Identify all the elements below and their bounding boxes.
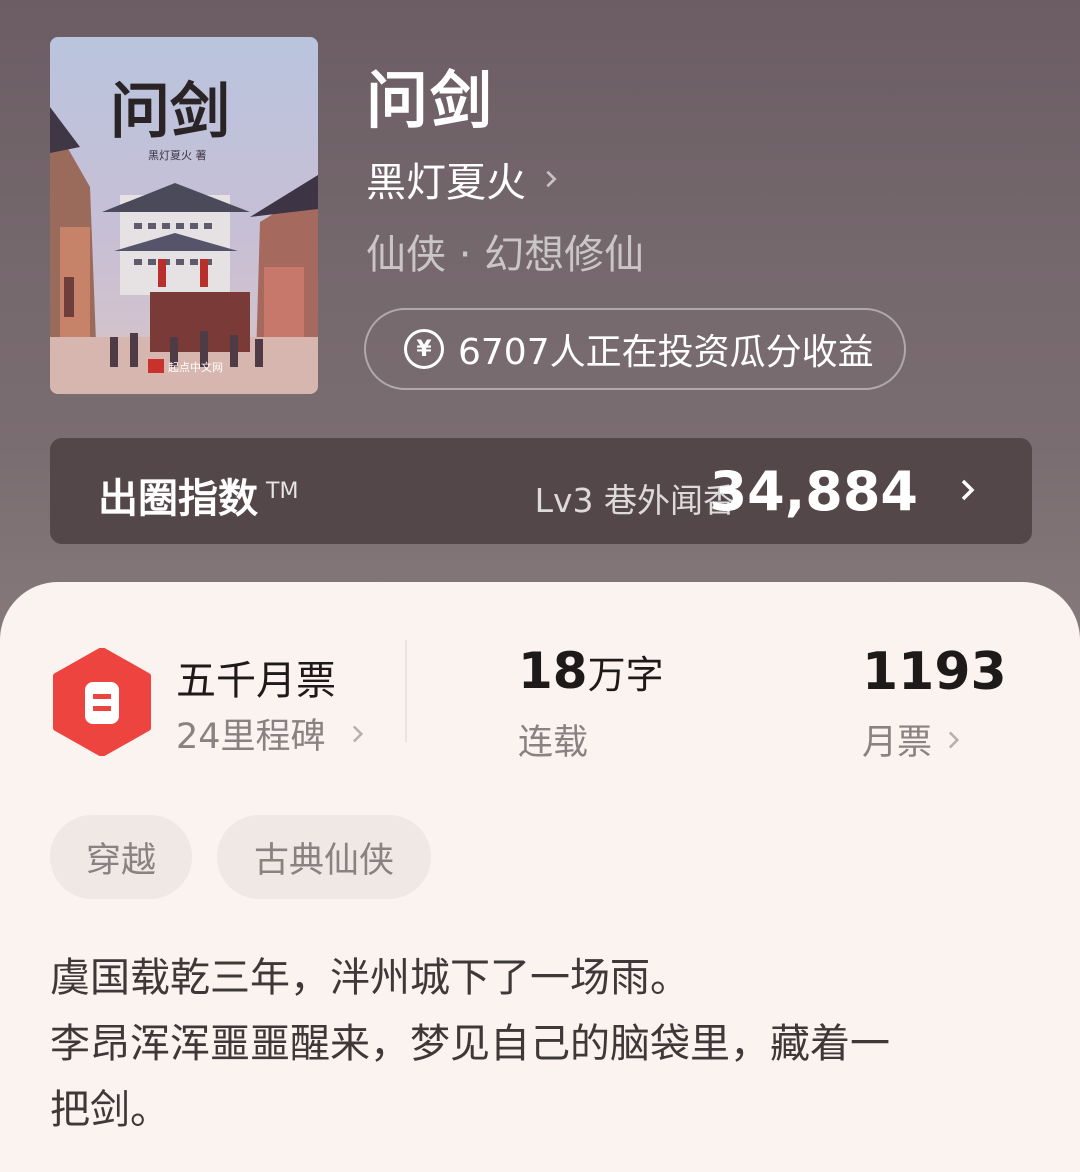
milestone-link[interactable]: 24里程碑 bbox=[176, 708, 368, 759]
genre-label: 仙侠 · 幻想修仙 bbox=[366, 232, 645, 278]
chevron-right-icon bbox=[352, 725, 363, 742]
ticket-badge-icon[interactable] bbox=[52, 648, 152, 756]
investment-text: 6707人正在投资瓜分收益 bbox=[458, 332, 874, 373]
word-count-value: 18 bbox=[518, 642, 588, 700]
trademark: TM bbox=[266, 478, 299, 504]
index-level: Lv3 巷外闻香 bbox=[534, 481, 736, 520]
cover-publisher: 起点中文网 bbox=[168, 360, 223, 374]
index-score: 34,884 bbox=[709, 460, 918, 523]
cover-illustration: 问剑 黑灯夏火 著 起点中文网 bbox=[50, 37, 318, 394]
tag-chip[interactable]: 穿越 bbox=[50, 815, 192, 899]
index-label: 出圈指数 TM bbox=[98, 466, 298, 524]
investment-button[interactable]: ¥ 6707人正在投资瓜分收益 bbox=[364, 308, 906, 390]
chevron-right-icon bbox=[961, 479, 975, 501]
author-name: 黑灯夏火 bbox=[366, 160, 526, 206]
yen-coin-icon: ¥ bbox=[404, 329, 444, 369]
chevron-right-icon bbox=[546, 170, 557, 188]
book-cover[interactable]: 问剑 黑灯夏火 著 起点中文网 bbox=[50, 37, 318, 394]
monthly-tickets-label: 月票 bbox=[862, 723, 933, 763]
chevron-right-icon bbox=[948, 731, 960, 748]
word-count: 18万字 bbox=[518, 642, 664, 700]
influence-index-bar[interactable]: 出圈指数 TM Lv3 巷外闻香 34,884 bbox=[50, 438, 1032, 544]
synopsis-line: 李昂浑浑噩噩醒来，梦见自己的脑袋里，藏着一 bbox=[50, 1021, 890, 1067]
author-link[interactable]: 黑灯夏火 bbox=[366, 150, 562, 208]
cover-author: 黑灯夏火 著 bbox=[148, 148, 207, 162]
serial-status: 连载 bbox=[518, 723, 589, 763]
cover-title: 问剑 bbox=[110, 77, 230, 147]
synopsis-line: 虞国载乾三年，泮州城下了一场雨。 bbox=[50, 955, 690, 1001]
monthly-tickets-count: 1193 bbox=[862, 642, 1007, 702]
tag-chip[interactable]: 古典仙侠 bbox=[217, 815, 431, 899]
book-header: 问剑 黑灯夏火 著 起点中文网 问剑 黑灯夏火 仙侠 · 幻想修仙 ¥ 6707… bbox=[0, 0, 1080, 640]
synopsis[interactable]: 虞国载乾三年，泮州城下了一场雨。 李昂浑浑噩噩醒来，梦见自己的脑袋里，藏着一 把… bbox=[50, 945, 1030, 1143]
book-title: 问剑 bbox=[366, 64, 495, 137]
stats-divider bbox=[405, 640, 407, 742]
milestone-title: 五千月票 bbox=[176, 658, 336, 704]
synopsis-line: 把剑。 bbox=[50, 1087, 170, 1133]
word-count-unit: 万字 bbox=[587, 653, 664, 697]
monthly-tickets-link[interactable]: 月票 bbox=[862, 714, 964, 765]
index-label-text: 出圈指数 bbox=[98, 476, 258, 522]
milestone-sub-text: 24里程碑 bbox=[176, 717, 326, 757]
